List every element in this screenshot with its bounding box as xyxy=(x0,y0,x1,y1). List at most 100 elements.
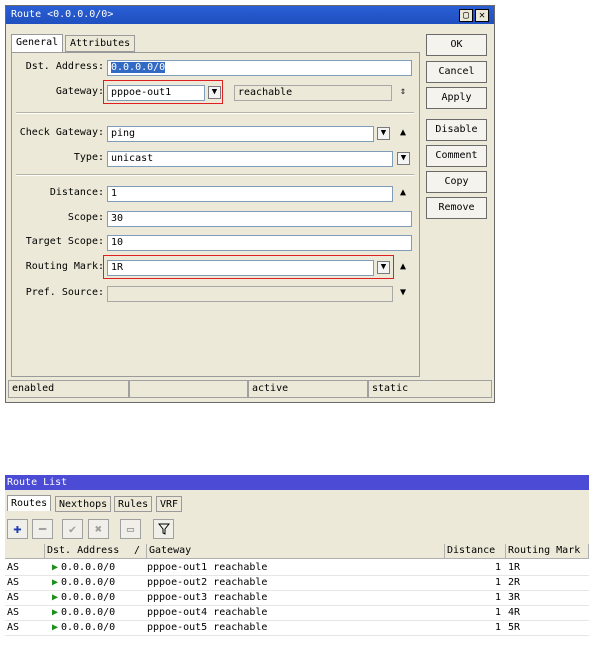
target-scope-label: Target Scope: xyxy=(25,236,104,247)
maximize-icon[interactable]: ▢ xyxy=(459,9,473,22)
target-scope-value: 10 xyxy=(111,237,124,248)
status-active: active xyxy=(248,380,368,398)
row-routing-mark: 1R xyxy=(508,562,521,573)
sort-indicator: / xyxy=(133,545,140,556)
routing-mark-label: Routing Mark: xyxy=(25,261,104,272)
comment-icon[interactable]: ▭ xyxy=(120,519,141,539)
remove-button[interactable]: Remove xyxy=(426,197,487,219)
col-header-dst-address-label: Dst. Address xyxy=(47,545,120,556)
row-distance: 1 xyxy=(494,622,501,633)
route-table: Dst. Address / Gateway Distance Routing … xyxy=(5,544,589,648)
pref-source-down-icon[interactable]: ▼ xyxy=(397,287,409,299)
tab-vrf[interactable]: VRF xyxy=(156,496,183,512)
active-route-icon: ▶ xyxy=(52,592,59,603)
gateway-input[interactable]: pppoe-out1 xyxy=(107,85,205,101)
tab-attributes[interactable]: Attributes xyxy=(65,35,136,52)
type-value: unicast xyxy=(111,153,154,164)
col-header-dst-address[interactable]: Dst. Address / xyxy=(45,544,147,559)
add-icon[interactable]: ✚ xyxy=(7,519,28,539)
tab-general[interactable]: General xyxy=(11,34,64,52)
close-icon[interactable]: ✕ xyxy=(475,9,489,22)
table-row[interactable]: AS ▶ 0.0.0.0/0 pppoe-out3 reachable 1 3R xyxy=(5,590,589,605)
routing-mark-dropdown-icon[interactable]: ▼ xyxy=(377,261,390,274)
gateway-value: pppoe-out1 xyxy=(111,87,172,98)
table-row[interactable]: AS ▶ 0.0.0.0/0 pppoe-out5 reachable 1 5R xyxy=(5,620,589,635)
active-route-icon: ▶ xyxy=(52,562,59,573)
route-window: Route <0.0.0.0/0> ▢ ✕ General Attributes… xyxy=(5,5,495,403)
scope-value: 30 xyxy=(111,213,124,224)
active-route-icon: ▶ xyxy=(52,622,59,633)
route-list-titlebar[interactable]: Route List xyxy=(5,475,589,490)
filter-icon[interactable] xyxy=(153,519,174,539)
target-scope-input[interactable]: 10 xyxy=(107,235,412,251)
gateway-state-field: reachable xyxy=(234,85,392,101)
apply-button[interactable]: Apply xyxy=(426,87,487,109)
distance-value: 1 xyxy=(111,188,118,199)
copy-button[interactable]: Copy xyxy=(426,171,487,193)
check-gateway-dropdown-icon[interactable]: ▼ xyxy=(377,127,390,140)
col-header-flags[interactable] xyxy=(5,544,45,559)
active-route-icon: ▶ xyxy=(52,607,59,618)
row-flags: AS xyxy=(7,607,20,618)
active-route-icon: ▶ xyxy=(52,577,59,588)
pref-source-input[interactable] xyxy=(107,286,393,302)
row-dst-address: 0.0.0.0/0 xyxy=(61,577,116,588)
row-routing-mark: 5R xyxy=(508,622,521,633)
route-list-window: Route List Routes Nexthops Rules VRF ✚ ━… xyxy=(5,475,589,648)
col-header-routing-mark[interactable]: Routing Mark xyxy=(506,544,589,559)
row-routing-mark: 2R xyxy=(508,577,521,588)
tab-rules[interactable]: Rules xyxy=(114,496,153,512)
cancel-button[interactable]: Cancel xyxy=(426,61,487,83)
general-panel: Dst. Address: 0.0.0.0/0 Gateway: pppoe-o… xyxy=(11,52,420,377)
row-distance: 1 xyxy=(494,562,501,573)
type-dropdown-icon[interactable]: ▼ xyxy=(397,152,410,165)
row-distance: 1 xyxy=(494,592,501,603)
type-label: Type: xyxy=(73,152,104,163)
gateway-label: Gateway: xyxy=(55,86,104,97)
row-flags: AS xyxy=(7,592,20,603)
check-gateway-value: ping xyxy=(111,128,136,139)
row-routing-mark: 3R xyxy=(508,592,521,603)
enable-icon[interactable]: ✔ xyxy=(62,519,83,539)
table-row[interactable]: AS ▶ 0.0.0.0/0 pppoe-out4 reachable 1 4R xyxy=(5,605,589,620)
scope-label: Scope: xyxy=(67,212,104,223)
remove-icon[interactable]: ━ xyxy=(32,519,53,539)
col-header-gateway[interactable]: Gateway xyxy=(147,544,445,559)
row-routing-mark: 4R xyxy=(508,607,521,618)
check-gateway-up-icon[interactable]: ▲ xyxy=(397,127,409,139)
row-flags: AS xyxy=(7,577,20,588)
type-input[interactable]: unicast xyxy=(107,151,393,167)
row-flags: AS xyxy=(7,562,20,573)
row-dst-address: 0.0.0.0/0 xyxy=(61,592,116,603)
disable-button[interactable]: Disable xyxy=(426,119,487,141)
tab-routes[interactable]: Routes xyxy=(7,495,52,511)
col-header-distance[interactable]: Distance xyxy=(445,544,506,559)
status-blank xyxy=(129,380,248,398)
routing-mark-up-icon[interactable]: ▲ xyxy=(397,261,409,273)
scope-input[interactable]: 30 xyxy=(107,211,412,227)
dst-address-label: Dst. Address: xyxy=(25,61,104,72)
gateway-updown-icon[interactable]: ⇕ xyxy=(397,86,409,98)
distance-up-icon[interactable]: ▲ xyxy=(397,187,409,199)
gateway-dropdown-icon[interactable]: ▼ xyxy=(208,86,221,99)
row-distance: 1 xyxy=(494,607,501,618)
row-dst-address: 0.0.0.0/0 xyxy=(61,607,116,618)
routing-mark-value: 1R xyxy=(111,262,124,273)
table-row[interactable]: AS ▶ 0.0.0.0/0 pppoe-out1 reachable 1 1R xyxy=(5,560,589,575)
pref-source-label: Pref. Source: xyxy=(25,287,104,298)
comment-button[interactable]: Comment xyxy=(426,145,487,167)
route-window-titlebar[interactable]: Route <0.0.0.0/0> xyxy=(6,6,494,24)
ok-button[interactable]: OK xyxy=(426,34,487,56)
row-dst-address: 0.0.0.0/0 xyxy=(61,622,116,633)
row-gateway: pppoe-out1 reachable xyxy=(147,562,268,573)
tab-nexthops[interactable]: Nexthops xyxy=(55,496,112,512)
check-gateway-input[interactable]: ping xyxy=(107,126,374,142)
row-gateway: pppoe-out4 reachable xyxy=(147,607,268,618)
separator xyxy=(16,112,414,114)
dst-address-input[interactable]: 0.0.0.0/0 xyxy=(107,60,412,76)
table-row[interactable]: AS ▶ 0.0.0.0/0 pppoe-out2 reachable 1 2R xyxy=(5,575,589,590)
distance-input[interactable]: 1 xyxy=(107,186,393,202)
routing-mark-input[interactable]: 1R xyxy=(107,260,374,276)
disable-icon[interactable]: ✖ xyxy=(88,519,109,539)
dst-address-value: 0.0.0.0/0 xyxy=(111,62,166,73)
